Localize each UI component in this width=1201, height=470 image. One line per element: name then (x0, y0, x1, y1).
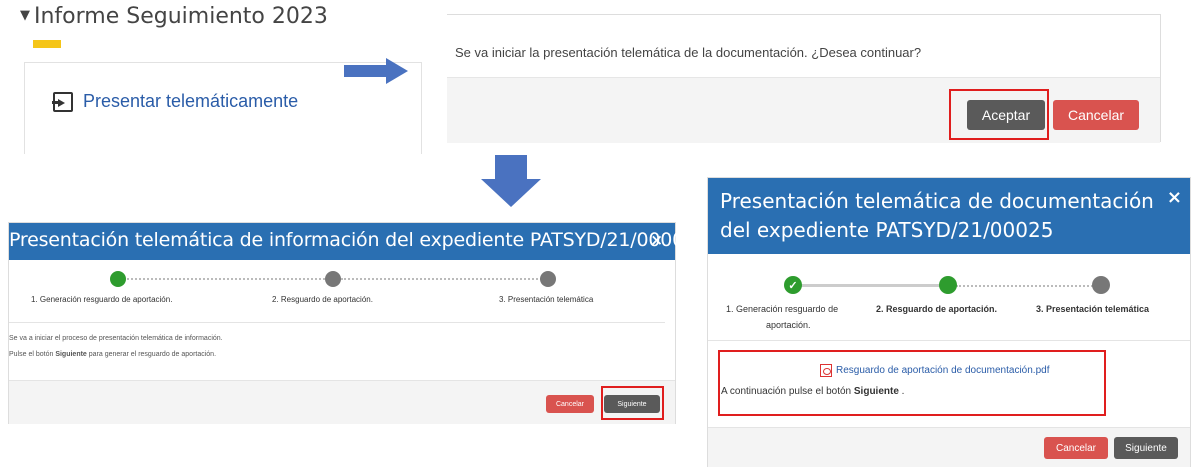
wizard-divider (9, 322, 665, 323)
step-2-dot (939, 276, 957, 294)
present-telematic-label: Presentar telemáticamente (83, 91, 299, 111)
next-button[interactable]: Siguiente (604, 395, 660, 413)
step-connector (123, 278, 333, 280)
caret-down-icon: ▼ (20, 8, 30, 23)
pdf-download-link[interactable]: Resguardo de aportación de documentación… (820, 364, 1049, 377)
step-1-label-cont: aportación. (766, 320, 811, 330)
wizard-doc-dialog: Presentación telemática de documentación… (707, 177, 1191, 467)
informe-section-title[interactable]: ▼ Informe Seguimiento 2023 (20, 4, 328, 29)
step-3-label: 3. Presentación telemática (499, 295, 594, 304)
step-2-label: 2. Resguardo de aportación. (876, 304, 998, 314)
title-underline-accent (33, 40, 61, 48)
wizard-info-text-2: Pulse el botón Siguiente para generar el… (9, 351, 217, 358)
step-3-dot (540, 271, 556, 287)
step-1-dot (110, 271, 126, 287)
pdf-link-label: Resguardo de aportación de documentación… (836, 365, 1050, 376)
step-3-label: 3. Presentación telemática (1036, 304, 1150, 314)
close-icon[interactable]: × (1167, 187, 1182, 208)
wizard-info-text-1: Se va a iniciar el proceso de presentaci… (9, 335, 223, 342)
confirm-message: Se va iniciar la presentación telemática… (455, 45, 922, 60)
step-2-dot (325, 271, 341, 287)
next-button[interactable]: Siguiente (1114, 437, 1178, 459)
confirm-dialog: Se va iniciar la presentación telemática… (447, 14, 1161, 143)
wizard-doc-header: Presentación telemática de documentación… (708, 178, 1190, 254)
step-1-label: 1. Generación resguardo de aportación. (31, 295, 173, 304)
wizard-info-dialog: Presentación telemática de información d… (8, 222, 696, 424)
cancel-button[interactable]: Cancelar (546, 395, 594, 413)
check-icon: ✓ (784, 276, 802, 294)
wizard-info-title: Presentación telemática de información d… (9, 229, 696, 251)
step-connector (341, 278, 545, 280)
step-connector (956, 285, 1100, 287)
arrow-right-icon (344, 58, 408, 84)
confirm-footer: Aceptar Cancelar (447, 77, 1160, 143)
wizard-info-header: Presentación telemática de información d… (9, 223, 696, 260)
accept-button[interactable]: Aceptar (967, 100, 1045, 130)
step-connector-done (800, 284, 940, 287)
informe-title-text: Informe Seguimiento 2023 (34, 4, 328, 29)
sign-in-icon (52, 91, 73, 112)
wizard-info-footer: Cancelar Siguiente (9, 380, 675, 424)
step-1-label: 1. Generación resguardo de (726, 304, 839, 314)
content-highlight-box (718, 350, 1106, 416)
wizard-doc-title: Presentación telemática de documentación… (720, 189, 1154, 242)
continue-instruction: A continuación pulse el botón Siguiente … (721, 386, 905, 397)
wizard-divider (708, 340, 1190, 341)
pdf-file-icon (820, 364, 832, 377)
step-2-label: 2. Resguardo de aportación. (272, 295, 373, 304)
cancel-button[interactable]: Cancelar (1044, 437, 1108, 459)
close-icon[interactable]: × (650, 231, 663, 249)
cancel-button[interactable]: Cancelar (1053, 100, 1139, 130)
wizard-doc-footer: Cancelar Siguiente (708, 427, 1190, 467)
present-telematic-link[interactable]: Presentar telemáticamente (52, 91, 299, 112)
step-3-dot (1092, 276, 1110, 294)
arrow-down-icon (481, 155, 541, 207)
